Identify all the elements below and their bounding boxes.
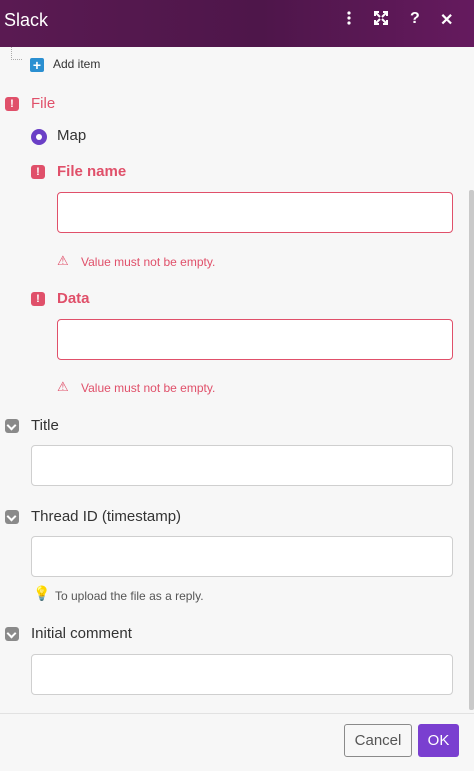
scrollbar[interactable] <box>469 190 474 710</box>
thread-id-hint: To upload the file as a reply. <box>55 589 204 603</box>
data-label: Data <box>57 290 90 307</box>
help-icon[interactable]: ? <box>410 10 420 28</box>
warning-icon: ⚠ <box>57 253 69 268</box>
data-error: Value must not be empty. <box>81 381 216 395</box>
data-input[interactable] <box>57 319 453 360</box>
thread-id-label: Thread ID (timestamp) <box>31 508 182 525</box>
more-vertical-icon[interactable] <box>345 10 353 31</box>
error-icon: ! <box>31 165 45 179</box>
collapse-icon[interactable] <box>5 419 19 433</box>
file-name-input[interactable] <box>57 192 453 233</box>
ok-button[interactable]: OK <box>418 724 459 757</box>
thread-id-input[interactable] <box>31 536 453 577</box>
form-content: + Add item ! File Map ! File name ⚠ Valu… <box>0 47 474 713</box>
file-label: File <box>31 95 56 112</box>
map-radio-label: Map <box>57 127 87 144</box>
file-name-label: File name <box>57 163 127 180</box>
cancel-button[interactable]: Cancel <box>344 724 412 757</box>
initial-comment-label: Initial comment <box>31 625 132 642</box>
footer-bar: Cancel OK <box>0 713 474 771</box>
app-title: Slack <box>4 10 49 30</box>
initial-comment-input[interactable] <box>31 654 453 695</box>
add-item-button[interactable]: Add item <box>53 57 100 71</box>
error-icon: ! <box>5 97 19 111</box>
map-radio[interactable] <box>31 129 47 145</box>
title-label: Title <box>31 417 59 434</box>
file-name-error: Value must not be empty. <box>81 255 216 269</box>
header-bar: Slack ? ✕ <box>0 0 474 47</box>
close-icon[interactable]: ✕ <box>440 10 453 30</box>
tree-connector <box>11 47 22 60</box>
add-icon[interactable]: + <box>30 58 44 72</box>
lightbulb-icon: 💡 <box>33 585 51 601</box>
expand-icon[interactable] <box>373 10 389 31</box>
error-icon: ! <box>31 292 45 306</box>
warning-icon: ⚠ <box>57 379 69 394</box>
title-input[interactable] <box>31 445 453 486</box>
collapse-icon[interactable] <box>5 627 19 641</box>
collapse-icon[interactable] <box>5 510 19 524</box>
